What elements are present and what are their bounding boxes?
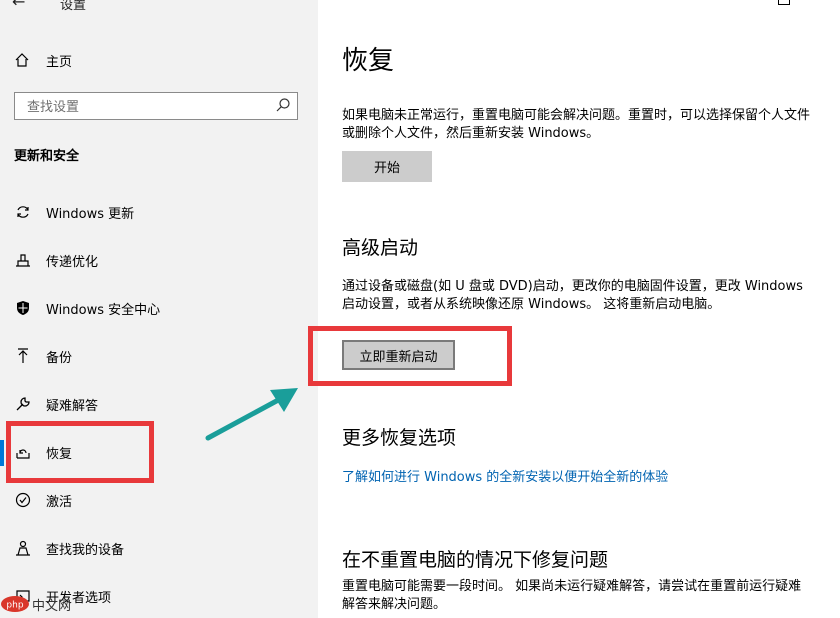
annotation-arrow-icon: [205, 388, 298, 441]
php-logo-icon: php: [1, 596, 29, 612]
page-title: 恢复: [342, 46, 395, 76]
sidebar-item-delivery-optimization[interactable]: 传递优化: [14, 248, 98, 272]
wrench-icon: [14, 395, 32, 413]
search-input[interactable]: [25, 96, 269, 118]
sidebar: ← 设置 主页 更新和安全 Windows 更新 传递优化 Windows 安全…: [0, 0, 318, 618]
reset-start-button[interactable]: 开始: [342, 151, 432, 182]
window-title: 设置: [60, 0, 87, 13]
svg-text:php: php: [6, 601, 23, 611]
watermark: php 中文网: [0, 594, 71, 614]
sidebar-item-label: Windows 更新: [46, 206, 135, 222]
sidebar-item-label: 激活: [46, 494, 73, 510]
search-box[interactable]: [14, 92, 298, 120]
sidebar-item-activation[interactable]: 激活: [14, 488, 72, 512]
sidebar-item-label: 备份: [46, 350, 73, 366]
sidebar-item-label: 传递优化: [46, 254, 99, 270]
sidebar-item-find-my-device[interactable]: 查找我的设备: [14, 536, 124, 560]
search-icon[interactable]: [275, 97, 291, 113]
minimize-icon[interactable]: [718, 0, 730, 2]
advanced-startup-heading: 高级启动: [342, 237, 419, 259]
sidebar-item-label: Windows 安全中心: [46, 302, 161, 318]
reset-description: 如果电脑未正常运行，重置电脑可能会解决问题。重置时，可以选择保留个人文件或删除个…: [342, 108, 811, 141]
fresh-install-link[interactable]: 了解如何进行 Windows 的全新安装以便开始全新的体验: [342, 466, 668, 485]
delivery-optimization-icon: [14, 251, 32, 269]
shield-icon: [14, 299, 32, 317]
advanced-startup-description: 通过设备或磁盘(如 U 盘或 DVD)启动，更改你的电脑固件设置，更改 Wind…: [342, 279, 803, 312]
backup-arrow-icon: [14, 347, 32, 365]
check-circle-icon: [14, 491, 32, 509]
sidebar-item-troubleshoot[interactable]: 疑难解答: [14, 392, 98, 416]
sidebar-item-backup[interactable]: 备份: [14, 344, 72, 368]
watermark-text: 中文网: [32, 598, 72, 614]
fix-without-reset-description: 重置电脑可能需要一段时间。 如果尚未运行疑难解答，请尝试在重置前运行疑难解答来解…: [342, 579, 802, 612]
fix-without-reset-heading: 在不重置电脑的情况下修复问题: [342, 549, 609, 571]
nav-home[interactable]: 主页: [14, 50, 72, 70]
sidebar-item-label: 查找我的设备: [46, 542, 125, 558]
sidebar-item-windows-update[interactable]: Windows 更新: [14, 200, 134, 224]
highlight-box-recovery: [6, 421, 154, 483]
highlight-box-restart: [308, 326, 512, 386]
person-location-icon: [14, 539, 32, 557]
back-arrow-icon[interactable]: ←: [12, 0, 25, 11]
sidebar-item-windows-security[interactable]: Windows 安全中心: [14, 296, 160, 320]
sync-icon: [14, 203, 32, 221]
more-recovery-heading: 更多恢复选项: [342, 427, 457, 449]
maximize-icon[interactable]: [778, 0, 790, 5]
home-icon: [15, 53, 29, 67]
section-title: 更新和安全: [14, 149, 80, 164]
sidebar-item-label: 疑难解答: [46, 398, 99, 414]
selected-indicator: [0, 440, 4, 466]
nav-home-label: 主页: [46, 54, 73, 70]
